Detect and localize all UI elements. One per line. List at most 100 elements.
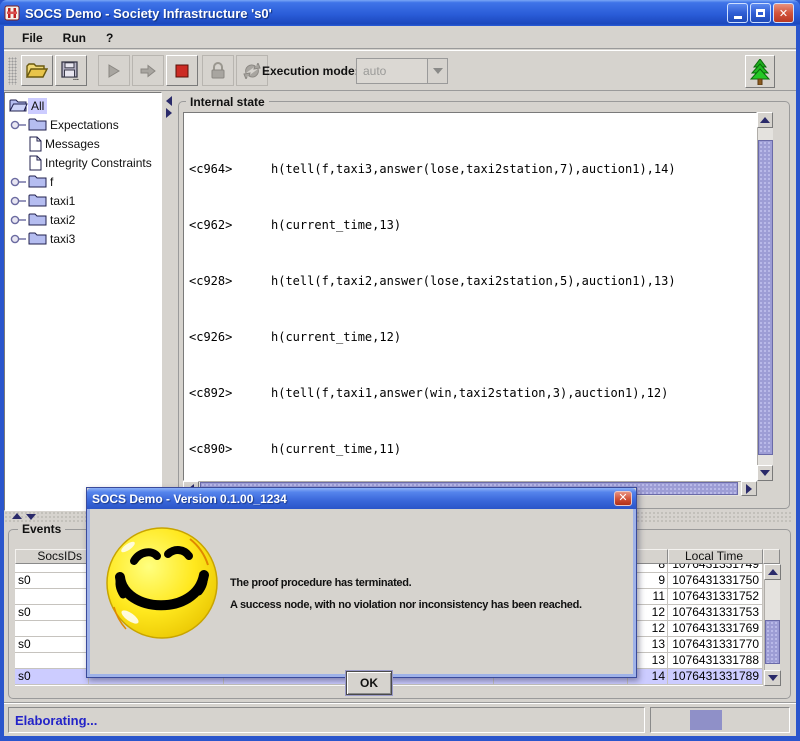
state-line: <c892>h(tell(f,taxi1,answer(win,taxi2sta… [189,386,756,400]
arrow-right-icon [746,484,752,494]
dialog-body: The proof procedure has terminated. A su… [87,509,636,677]
expand-knob-icon[interactable] [10,234,28,244]
stop-button[interactable] [166,55,198,86]
scroll-down-button[interactable] [757,465,773,481]
expand-knob-icon[interactable] [10,177,28,187]
state-line: <c962>h(current_time,13) [189,218,756,232]
play-button[interactable] [98,55,130,86]
close-icon: ✕ [779,7,788,20]
dialog-title-bar[interactable]: SOCS Demo - Version 0.1.00_1234 ✕ [87,488,636,509]
state-line: <c926>h(current_time,12) [189,330,756,344]
collapse-left-icon[interactable] [166,96,172,106]
society-tree-panel: All Expectations Messages Integrity Cons… [4,92,162,511]
tree-item-label: taxi1 [47,193,78,209]
lock-icon [210,62,226,80]
expand-knob-icon[interactable] [10,215,28,225]
tree-item-taxi3[interactable]: taxi3 [5,229,161,248]
menu-bar: File Run ? [4,28,796,49]
minimize-button[interactable] [727,3,748,23]
save-button[interactable]: ... [55,55,87,86]
lock-button[interactable] [202,55,234,86]
tree-item-expectations[interactable]: Expectations [5,115,161,134]
combo-arrow-button[interactable] [427,59,447,83]
execution-mode-select[interactable]: auto [356,58,448,84]
arrow-down-icon [760,470,770,476]
ok-button[interactable]: OK [346,671,392,695]
column-header-socsids[interactable]: SocsIDs [15,549,89,564]
column-header-local-time[interactable]: Local Time [668,549,763,564]
tree-item-integrity-constraints[interactable]: Integrity Constraints [5,153,161,172]
close-icon: ✕ [618,492,627,504]
tree-item-all[interactable]: All [5,96,161,115]
tree-item-label: f [47,174,56,190]
open-folder-icon [9,98,28,113]
status-panel: Elaborating... [8,707,645,733]
tree-item-f[interactable]: f [5,172,161,191]
folder-icon [28,174,47,189]
document-icon [29,155,42,171]
document-icon [29,136,42,152]
progress-panel [650,707,790,733]
state-line: <c890>h(current_time,11) [189,442,756,456]
state-line: <c928>h(tell(f,taxi2,answer(lose,taxi2st… [189,274,756,288]
maximize-button[interactable] [750,3,771,23]
vertical-scrollbar-thumb[interactable] [758,140,773,455]
svg-text:...: ... [73,75,79,81]
events-scroll-down-button[interactable] [764,670,781,686]
arrow-up-icon [760,117,770,123]
refresh-icon [243,63,261,79]
maximize-icon [756,9,765,17]
internal-state-title: Internal state [186,95,269,109]
title-bar[interactable]: SOCS Demo - Society Infrastructure 's0' … [0,0,800,26]
collapse-down-icon[interactable] [26,514,36,520]
toolbar-drag-handle[interactable] [8,57,17,85]
dialog-close-button[interactable]: ✕ [614,491,632,506]
vertical-splitter[interactable] [162,92,176,511]
folder-icon [28,117,47,132]
society-tree-button[interactable] [745,55,775,88]
window-title: SOCS Demo - Society Infrastructure 's0' [25,6,272,21]
tree-item-label: Integrity Constraints [42,155,155,171]
menu-help[interactable]: ? [98,29,121,47]
tree-icon [750,59,770,85]
arrow-down-icon [768,675,778,681]
collapse-up-icon[interactable] [12,513,22,519]
dialog-message-line2: A success node, with no violation nor in… [230,599,582,611]
tree-item-messages[interactable]: Messages [5,134,161,153]
tree-item-label: Messages [42,136,103,152]
tree-item-label: taxi2 [47,212,78,228]
stop-icon [175,64,189,78]
menu-file[interactable]: File [14,29,51,47]
tree-item-taxi1[interactable]: taxi1 [5,191,161,210]
events-scroll-up-button[interactable] [764,564,781,580]
execution-mode-value: auto [357,64,427,78]
tree-item-label: taxi3 [47,231,78,247]
scroll-right-button[interactable] [741,481,757,496]
scroll-up-button[interactable] [757,112,773,128]
step-button[interactable] [132,55,164,86]
dialog-title: SOCS Demo - Version 0.1.00_1234 [92,492,287,506]
collapse-right-icon[interactable] [166,108,172,118]
chevron-down-icon [433,68,443,74]
folder-icon [28,231,47,246]
app-icon [4,5,20,21]
play-icon [107,64,121,78]
toolbar: ... [4,50,796,91]
expand-knob-icon[interactable] [10,196,28,206]
folder-icon [28,212,47,227]
open-button[interactable] [21,55,53,86]
arrow-up-icon [768,569,778,575]
events-scrollbar-thumb[interactable] [765,620,780,664]
tree-item-taxi2[interactable]: taxi2 [5,210,161,229]
folder-icon [28,193,47,208]
tree-item-label: Expectations [47,117,122,133]
events-title: Events [18,522,65,536]
internal-state-textarea[interactable]: <c964>h(tell(f,taxi3,answer(lose,taxi2st… [183,112,757,481]
status-divider [4,702,796,704]
menu-run[interactable]: Run [55,29,94,47]
execution-mode-label: Execution mode: [262,64,359,78]
tree-item-label: All [28,98,47,114]
expand-knob-icon[interactable] [10,120,28,130]
result-dialog: SOCS Demo - Version 0.1.00_1234 ✕ [86,487,637,678]
close-button[interactable]: ✕ [773,3,794,23]
